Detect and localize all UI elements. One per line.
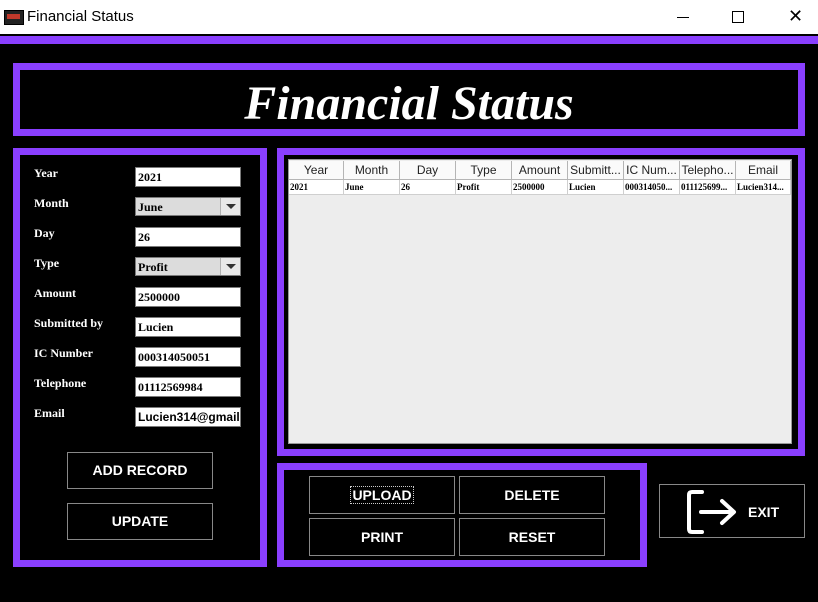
table-cell: 26: [400, 180, 456, 195]
upload-button[interactable]: UPLOAD: [309, 476, 455, 514]
telephone-field[interactable]: 01112569984: [135, 377, 241, 397]
exit-button[interactable]: EXIT: [659, 484, 805, 538]
header-panel: Financial Status: [13, 63, 805, 136]
maximize-icon: [732, 11, 744, 23]
close-icon: ✕: [788, 6, 804, 27]
app-icon: [4, 10, 24, 25]
maximize-button[interactable]: [715, 0, 761, 34]
amount-label: Amount: [34, 286, 77, 300]
table-cell: Lucien: [568, 180, 624, 195]
email-label: Email: [34, 406, 65, 420]
email-field[interactable]: Lucien314@gmail.: [135, 407, 241, 427]
close-button[interactable]: ✕: [772, 0, 818, 34]
table-header: Year Month Day Type Amount Submitt... IC…: [289, 161, 791, 180]
column-header-submitted[interactable]: Submitt...: [568, 161, 624, 180]
page-title: Financial Status: [244, 77, 574, 130]
telephone-label: Telephone: [34, 376, 87, 390]
ic-number-label: IC Number: [34, 346, 93, 360]
table-cell: 011125699...: [680, 180, 736, 195]
month-select-value: June: [138, 200, 163, 214]
chevron-down-icon[interactable]: [220, 258, 240, 275]
month-select[interactable]: June: [135, 197, 241, 216]
year-label: Year: [34, 166, 58, 180]
minimize-icon: [677, 17, 689, 18]
update-button[interactable]: UPDATE: [67, 503, 213, 540]
table-cell: 2500000: [512, 180, 568, 195]
column-header-month[interactable]: Month: [344, 161, 400, 180]
table-row[interactable]: 2021 June 26 Profit 2500000 Lucien 00031…: [289, 180, 791, 195]
type-label: Type: [34, 256, 60, 270]
column-header-telephone[interactable]: Telepho...: [680, 161, 736, 180]
amount-field[interactable]: 2500000: [135, 287, 241, 307]
delete-button[interactable]: DELETE: [459, 476, 605, 514]
add-record-button[interactable]: ADD RECORD: [67, 452, 213, 489]
day-label: Day: [34, 226, 55, 240]
submitted-by-label: Submitted by: [34, 316, 104, 330]
ic-number-field[interactable]: 000314050051: [135, 347, 241, 367]
column-header-ic-number[interactable]: IC Num...: [624, 161, 680, 180]
table-cell: 000314050...: [624, 180, 680, 195]
column-header-email[interactable]: Email: [736, 161, 791, 180]
column-header-year[interactable]: Year: [289, 161, 344, 180]
window-titlebar: Financial Status ✕: [0, 0, 818, 34]
column-header-type[interactable]: Type: [456, 161, 512, 180]
table-cell: Profit: [456, 180, 512, 195]
column-header-day[interactable]: Day: [400, 161, 456, 180]
table-cell: 2021: [289, 180, 344, 195]
type-select-value: Profit: [138, 260, 168, 274]
day-field[interactable]: 26: [135, 227, 241, 247]
column-header-amount[interactable]: Amount: [512, 161, 568, 180]
year-field[interactable]: 2021: [135, 167, 241, 187]
print-button[interactable]: PRINT: [309, 518, 455, 556]
window-title: Financial Status: [27, 8, 134, 25]
submitted-by-field[interactable]: Lucien: [135, 317, 241, 337]
month-label: Month: [34, 196, 69, 210]
reset-button[interactable]: RESET: [459, 518, 605, 556]
minimize-button[interactable]: [660, 0, 706, 34]
logout-icon: [687, 490, 736, 534]
records-table[interactable]: Year Month Day Type Amount Submitt... IC…: [288, 159, 792, 444]
upload-button-label: UPLOAD: [350, 486, 414, 504]
table-cell: Lucien314...: [736, 180, 791, 195]
top-accent-strip: [0, 36, 818, 44]
exit-label: EXIT: [748, 504, 780, 520]
chevron-down-icon[interactable]: [220, 198, 240, 215]
table-cell: June: [344, 180, 400, 195]
type-select[interactable]: Profit: [135, 257, 241, 276]
